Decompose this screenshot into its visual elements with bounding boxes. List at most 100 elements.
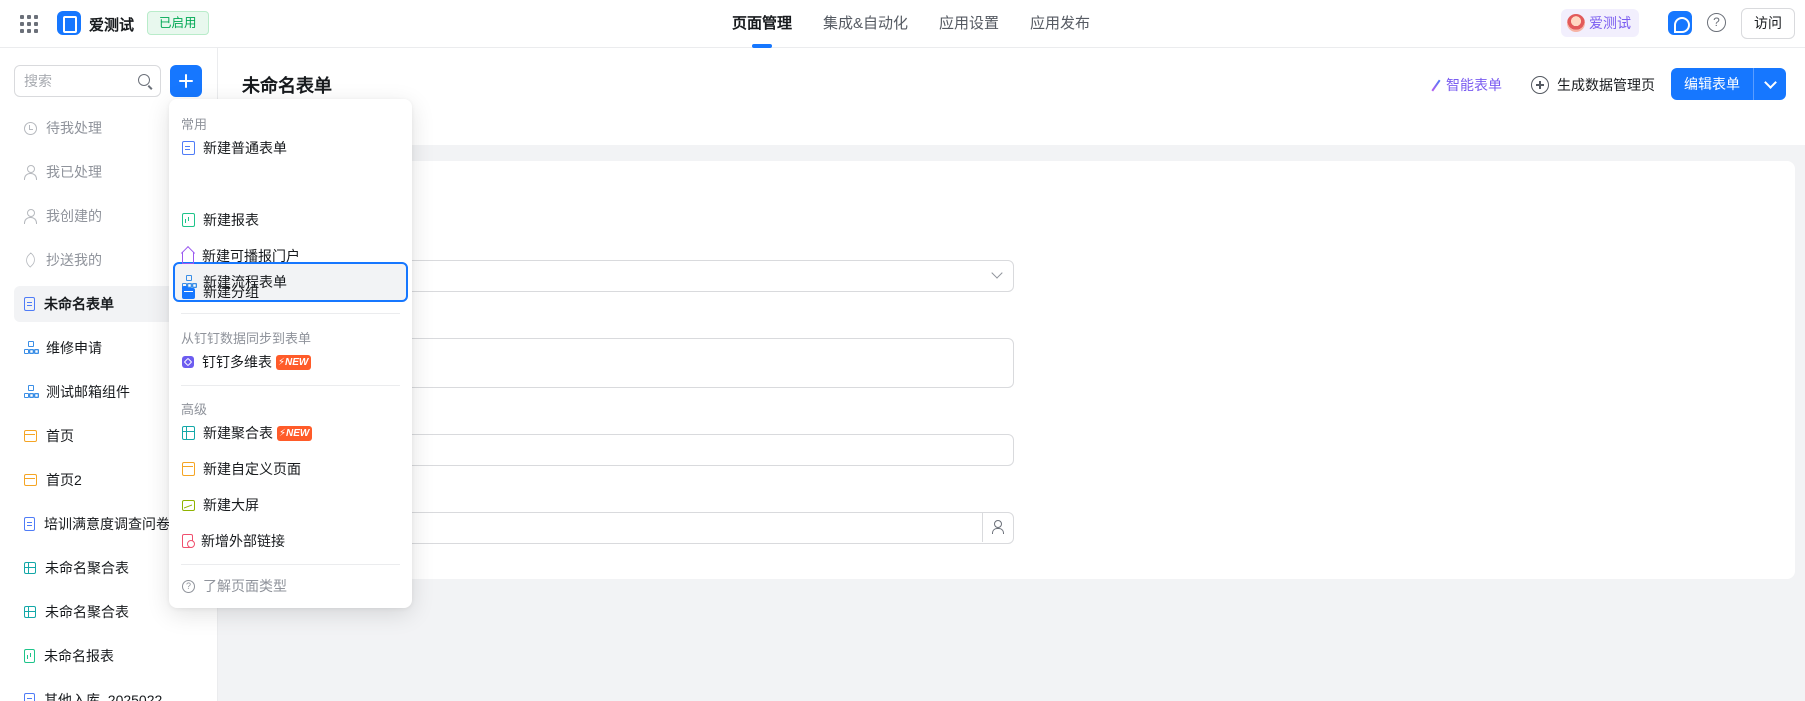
report-icon [24, 649, 35, 663]
tab-app-settings[interactable]: 应用设置 [939, 0, 999, 48]
generate-data-page-button[interactable]: 生成数据管理页 [1531, 75, 1655, 95]
clock-icon [24, 121, 37, 135]
main-header: 未命名表单 智能表单 生成数据管理页 编辑表单 [218, 48, 1805, 145]
external-link-icon [182, 534, 195, 548]
app-status-badge: 已启用 [147, 11, 209, 35]
chevron-down-icon [991, 267, 1003, 279]
tab-app-publish[interactable]: 应用发布 [1030, 0, 1090, 48]
add-page-button[interactable] [170, 65, 202, 97]
sidebar-item-other-inbound[interactable]: 其他入库_2025022… [14, 682, 210, 701]
chevron-down-icon[interactable] [1753, 68, 1786, 100]
generate-label: 生成数据管理页 [1557, 77, 1655, 93]
flow-icon [24, 341, 37, 355]
menu-item-label: 了解页面类型 [203, 578, 287, 594]
search-input[interactable] [24, 66, 132, 96]
menu-item-label: 钉钉多维表 [202, 354, 272, 370]
textarea-field[interactable] [396, 338, 1014, 388]
help-icon[interactable]: ? [1707, 13, 1726, 32]
user-name: 爱测试 [1589, 15, 1631, 31]
folder-icon [182, 285, 195, 299]
multi-table-icon [182, 356, 194, 368]
menu-item-label: 新建普通表单 [203, 140, 287, 156]
aggregate-table-icon [24, 562, 36, 574]
sidebar-item-label: 首页2 [46, 472, 82, 488]
smart-form-button[interactable]: 智能表单 [1430, 75, 1502, 95]
menu-item-new-custom-page[interactable]: 新建自定义页面 [173, 451, 408, 487]
sidebar-item-report[interactable]: 未命名报表 [14, 638, 210, 674]
sidebar-item-label: 培训满意度调查问卷 [44, 516, 170, 532]
menu-item-dingtalk-multi-table[interactable]: 钉钉多维表 ⚡NEW [173, 344, 408, 380]
sidebar-item-label: 未命名报表 [44, 648, 114, 664]
visit-button[interactable]: 访问 [1741, 8, 1795, 39]
tab-integration-automation[interactable]: 集成&自动化 [823, 0, 908, 48]
menu-item-label: 新建可播报门户 [202, 248, 300, 264]
dingtalk-icon[interactable] [1668, 11, 1692, 35]
menu-item-new-portal[interactable]: 新建可播报门户 [173, 238, 408, 274]
search-icon[interactable] [138, 74, 150, 86]
menu-item-new-form[interactable]: 新建普通表单 [173, 130, 408, 166]
sidebar-item-label: 我创建的 [46, 208, 102, 224]
sidebar-item-label: 首页 [46, 428, 74, 444]
app-name: 爱测试 [89, 17, 135, 34]
select-field[interactable] [396, 260, 1014, 292]
form-doc-icon [24, 517, 35, 531]
edit-form-button[interactable]: 编辑表单 [1671, 68, 1753, 100]
menu-item-label: 新建分组 [203, 284, 259, 300]
flow-icon [24, 385, 37, 399]
new-badge: ⚡NEW [277, 425, 313, 441]
screen-icon [182, 499, 195, 511]
app-logo-icon [57, 11, 81, 35]
magic-wand-icon [1430, 79, 1442, 91]
user-chip[interactable]: 爱测试 [1561, 9, 1639, 37]
aggregate-table-icon [182, 426, 195, 440]
menu-item-label: 新建报表 [203, 212, 259, 228]
sidebar-item-label: 未命名表单 [44, 296, 114, 312]
menu-item-new-report[interactable]: 新建报表 [173, 202, 408, 238]
sidebar-item-label: 其他入库_2025022… [44, 692, 177, 701]
text-field[interactable] [396, 434, 1014, 466]
menu-item-external-link[interactable]: 新增外部链接 [173, 523, 408, 559]
menu-divider [181, 564, 400, 565]
sidebar-item-label: 我已处理 [46, 164, 102, 180]
menu-item-label: 新建聚合表 [203, 425, 273, 441]
plus-circle-icon [1531, 76, 1549, 94]
menu-item-learn-page-types[interactable]: ? 了解页面类型 [173, 568, 408, 604]
menu-item-label: 新建大屏 [203, 497, 259, 513]
form-doc-icon [24, 297, 35, 311]
smart-form-label: 智能表单 [1446, 77, 1502, 93]
sidebar-item-label: 维修申请 [46, 340, 102, 356]
page-title: 未命名表单 [242, 76, 332, 96]
new-page-menu: 常用 新建普通表单 新建流程表单 新建报表 新建可播报门户 新建分组 从钉钉数据… [169, 99, 412, 608]
user-check-icon [24, 165, 37, 180]
edit-form-group: 编辑表单 [1671, 68, 1786, 100]
menu-item-new-aggregate[interactable]: 新建聚合表 ⚡NEW [173, 415, 408, 451]
form-doc-icon [182, 141, 195, 155]
aggregate-table-icon [24, 606, 36, 618]
top-nav: 页面管理 集成&自动化 应用设置 应用发布 [732, 0, 1090, 48]
avatar [1567, 14, 1585, 32]
report-icon [182, 213, 195, 227]
page-icon [24, 474, 37, 486]
sidebar-item-label: 未命名聚合表 [45, 560, 129, 576]
menu-divider [181, 385, 400, 386]
user-add-icon [992, 520, 1006, 534]
app-grid-icon[interactable] [20, 15, 38, 33]
send-icon [22, 252, 39, 268]
page-icon [24, 430, 37, 442]
sidebar-item-label: 抄送我的 [46, 252, 102, 268]
member-field[interactable] [396, 512, 1014, 544]
help-icon: ? [182, 579, 195, 593]
form-doc-icon [24, 693, 35, 701]
menu-item-new-dashboard[interactable]: 新建大屏 [173, 487, 408, 523]
sidebar-item-label: 测试邮箱组件 [46, 384, 130, 400]
tab-page-management[interactable]: 页面管理 [732, 0, 792, 48]
sidebar-item-label: 待我处理 [46, 120, 102, 136]
menu-item-label: 新建自定义页面 [203, 461, 301, 477]
sidebar-item-label: 未命名聚合表 [45, 604, 129, 620]
menu-item-new-group[interactable]: 新建分组 [173, 274, 408, 310]
search-box [14, 65, 161, 97]
member-select-button[interactable] [982, 512, 1014, 542]
menu-item-label: 新增外部链接 [201, 533, 285, 549]
user-edit-icon [24, 209, 37, 224]
menu-divider [181, 313, 400, 314]
